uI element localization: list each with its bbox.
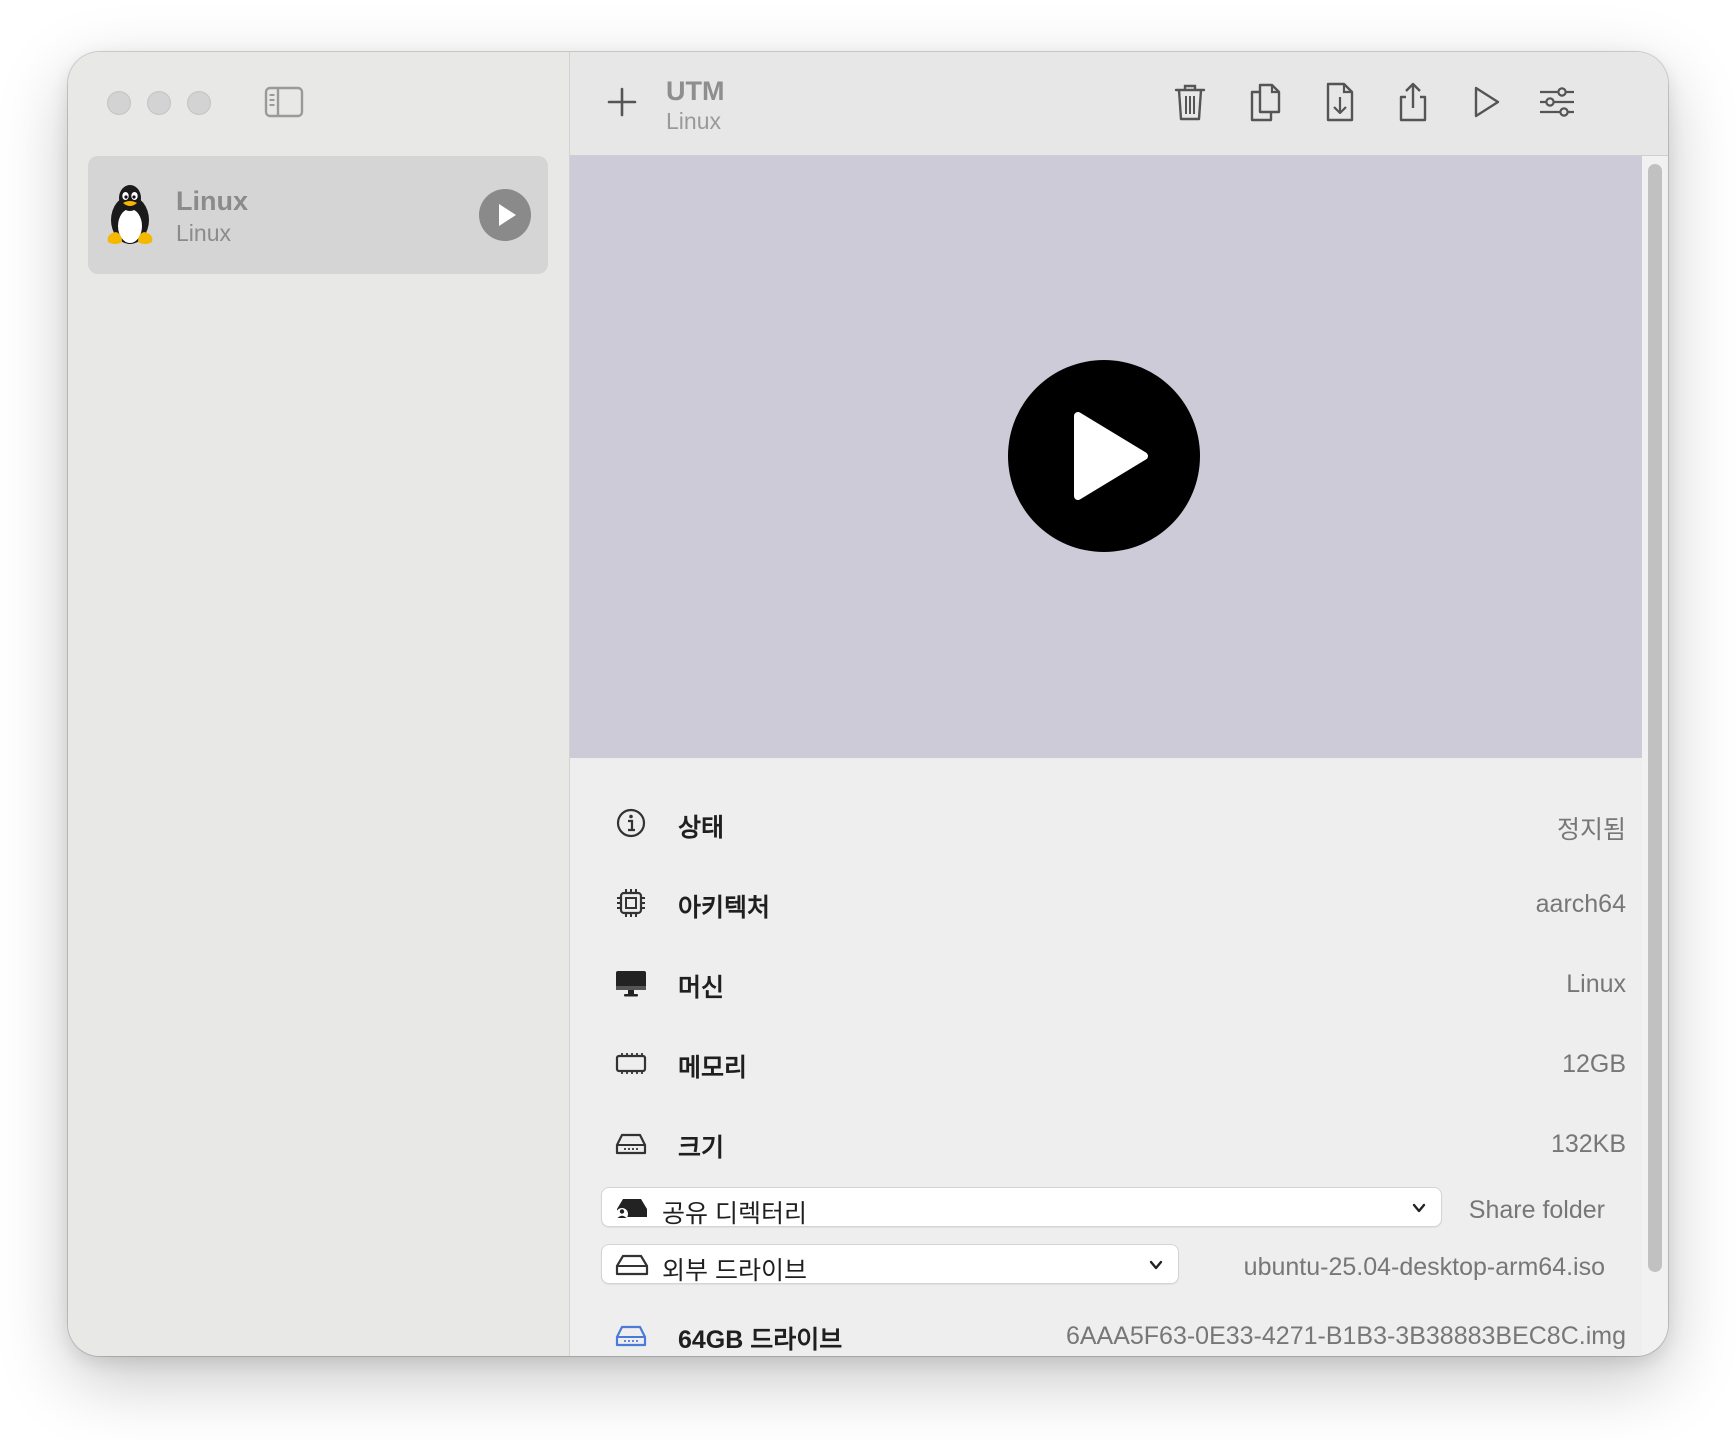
- drive-image-file: 6AAA5F63-0E33-4271-B1B3-3B38883BEC8C.img: [1065, 1322, 1626, 1350]
- iso-file-name: ubuntu-25.04-desktop-arm64.iso: [1243, 1253, 1605, 1281]
- memory-value: 12GB: [1562, 1050, 1626, 1078]
- sidebar-item-linux-vm[interactable]: Linux Linux: [88, 156, 548, 274]
- minimize-window-button[interactable]: [147, 91, 171, 115]
- sliders-icon: [1540, 87, 1574, 117]
- info-row-64gb-drive: 64GB 드라이브 6AAA5F63-0E33-4271-B1B3-3B3888…: [600, 1310, 1626, 1356]
- sidebar-toggle-icon[interactable]: [264, 86, 304, 118]
- info-label: 상태: [678, 814, 725, 842]
- document-download-icon: [1326, 82, 1354, 122]
- share-folder-text: Share folder: [1468, 1196, 1605, 1224]
- external-drive-label: 외부 드라이브: [662, 1257, 807, 1285]
- status-value: 정지됨: [1556, 816, 1626, 844]
- external-drive-dropdown[interactable]: 외부 드라이브: [601, 1244, 1179, 1285]
- share-icon: [1399, 82, 1427, 122]
- play-icon: [499, 204, 516, 226]
- drive-icon: [614, 1126, 648, 1160]
- start-vm-button[interactable]: [1008, 360, 1200, 552]
- info-label: 메모리: [678, 1054, 748, 1082]
- toolbar-title: UTM: [666, 76, 725, 106]
- toolbar: UTM Linux: [570, 52, 1668, 156]
- shared-directory-dropdown[interactable]: 공유 디렉터리: [601, 1187, 1442, 1228]
- download-button[interactable]: [1318, 80, 1362, 124]
- shared-drive-icon: [614, 1194, 650, 1222]
- run-button[interactable]: [1463, 80, 1507, 124]
- memory-icon: [614, 1046, 648, 1080]
- toolbar-subtitle: Linux: [666, 108, 721, 134]
- info-icon: [614, 806, 648, 840]
- vm-name: Linux: [176, 186, 248, 216]
- cpu-icon: [614, 886, 648, 920]
- scrollbar-thumb[interactable]: [1648, 164, 1662, 1272]
- size-value: 132KB: [1550, 1130, 1626, 1158]
- info-label: 아키텍처: [678, 894, 771, 922]
- architecture-value: aarch64: [1535, 890, 1626, 918]
- drive-icon: [614, 1251, 650, 1279]
- info-label: 크기: [678, 1134, 725, 1162]
- info-row-machine: 머신 Linux: [600, 958, 1626, 1008]
- play-icon: [1074, 412, 1148, 500]
- trash-icon: [1174, 84, 1206, 121]
- chevron-down-icon: [1146, 1255, 1166, 1275]
- vm-preview-screen[interactable]: [570, 156, 1642, 758]
- shared-directory-label: 공유 디렉터리: [662, 1200, 807, 1228]
- copy-document-icon: [1250, 83, 1281, 122]
- chevron-down-icon: [1409, 1198, 1429, 1218]
- clone-button[interactable]: [1243, 80, 1287, 124]
- add-vm-button[interactable]: [604, 84, 640, 120]
- display-icon: [614, 966, 648, 1000]
- utm-window: Linux Linux UTM Linux 상태 정지됨 아키텍처 aarch6…: [68, 52, 1668, 1356]
- info-row-size: 크기 132KB: [600, 1118, 1626, 1168]
- share-button[interactable]: [1391, 80, 1435, 124]
- main-panel: UTM Linux 상태 정지됨 아키텍처 aarch64 머신 Linux 메…: [570, 52, 1668, 1356]
- plus-icon: [607, 87, 637, 117]
- play-outline-icon: [1474, 86, 1500, 118]
- info-row-architecture: 아키텍처 aarch64: [600, 878, 1626, 928]
- info-row-status: 상태 정지됨: [600, 798, 1626, 848]
- vm-play-button[interactable]: [479, 189, 531, 241]
- close-window-button[interactable]: [107, 91, 131, 115]
- machine-value: Linux: [1566, 970, 1626, 998]
- sidebar: Linux Linux: [68, 52, 570, 1356]
- tux-penguin-icon: [102, 182, 158, 248]
- info-row-memory: 메모리 12GB: [600, 1038, 1626, 1088]
- vm-subtitle: Linux: [176, 220, 231, 246]
- delete-button[interactable]: [1168, 80, 1212, 124]
- drive-label: 64GB 드라이브: [678, 1326, 843, 1354]
- zoom-window-button[interactable]: [187, 91, 211, 115]
- drive-blue-icon: [614, 1318, 648, 1352]
- info-label: 머신: [678, 974, 725, 1002]
- settings-button[interactable]: [1535, 80, 1579, 124]
